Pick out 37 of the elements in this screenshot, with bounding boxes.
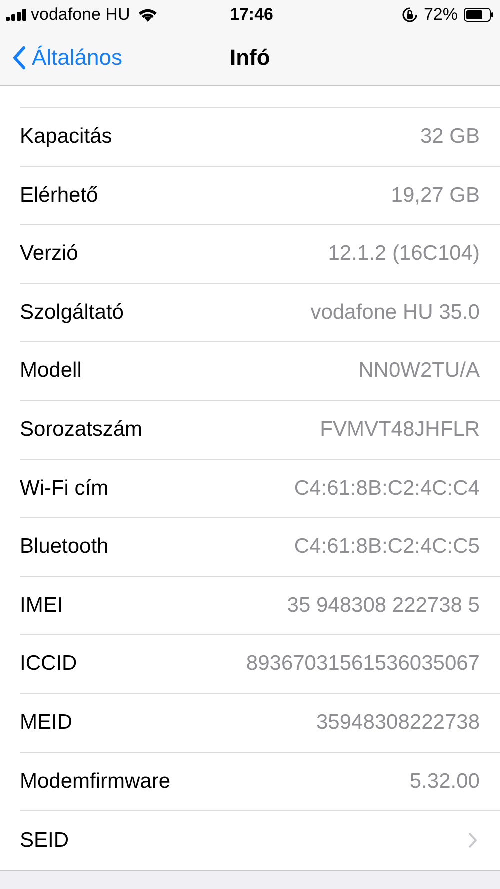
row-label: MEID: [20, 710, 72, 736]
battery-icon: [464, 8, 494, 22]
row-value: 89367031561536035067: [246, 651, 480, 678]
row-value: 35948308222738: [316, 710, 480, 736]
row-value: 12.1.2 (16C104): [328, 241, 480, 268]
row-label: Sorozatszám: [20, 417, 143, 444]
row-label: ICCID: [20, 651, 78, 678]
row-label: Wi-Fi cím: [20, 476, 109, 502]
row-label: IMEI: [20, 592, 64, 619]
page-title: Infó: [230, 44, 270, 72]
signal-icon: [6, 9, 28, 21]
row-label: Modemfirmware: [20, 768, 171, 795]
wifi-icon: [138, 8, 158, 22]
row-value: FVMVT48JHFLR: [320, 417, 480, 444]
row-label: Bluetooth: [20, 534, 109, 560]
clock-time: 17:46: [230, 4, 274, 26]
row-value: C4:61:8B:C2:4C:C4: [294, 476, 480, 502]
row-label: SEID: [20, 828, 70, 854]
row-label: Elérhető: [20, 182, 98, 209]
row-value: C4:61:8B:C2:4C:C5: [294, 534, 480, 560]
row-value: 5.32.00: [410, 768, 480, 795]
row-value: 35 948308 222738 5: [287, 592, 480, 619]
carrier-name: vodafone HU: [31, 4, 130, 26]
row-label: Szolgáltató: [20, 300, 124, 326]
row-value: vodafone HU 35.0: [310, 300, 480, 326]
row-label: Verzió: [20, 241, 78, 268]
battery-percent: 72%: [424, 4, 458, 26]
chevron-right-icon: [468, 832, 478, 849]
info-row[interactable]: SEID: [20, 811, 500, 870]
row-value: NN0W2TU/A: [358, 358, 480, 384]
chevron-left-icon: [12, 46, 26, 70]
row-value: 32 GB: [420, 124, 480, 150]
row-label: Modell: [20, 358, 82, 384]
rotation-lock-icon: [402, 7, 418, 23]
row-label: Kapacitás: [20, 124, 112, 150]
back-button[interactable]: Általános: [0, 41, 123, 74]
row-value: 19,27 GB: [391, 182, 480, 209]
